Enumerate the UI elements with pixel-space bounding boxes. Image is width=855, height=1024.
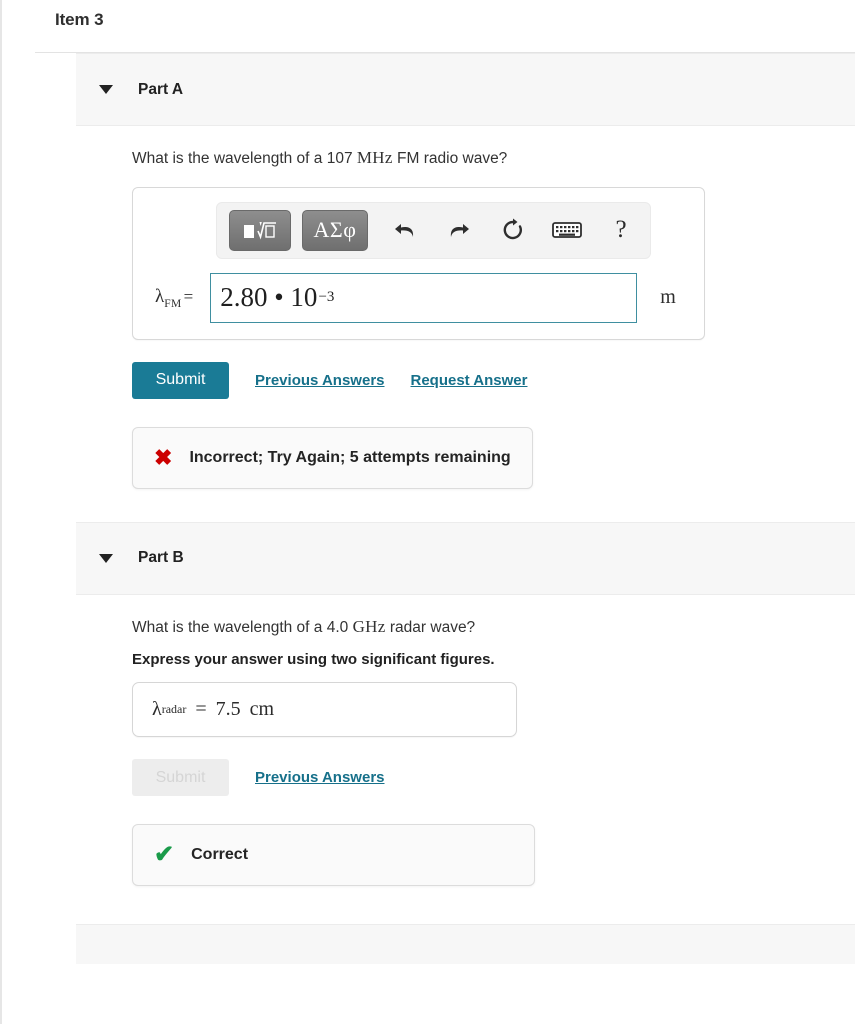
help-icon[interactable]: ? — [595, 210, 647, 251]
previous-answers-link[interactable]: Previous Answers — [255, 372, 385, 389]
question-suffix: radar wave? — [385, 618, 476, 636]
feedback-text: Incorrect; Try Again; 5 attempts remaini… — [189, 448, 511, 466]
answer-subscript: radar — [161, 702, 187, 717]
part-b-header[interactable]: Part B — [76, 521, 855, 595]
caret-down-icon[interactable] — [99, 553, 113, 563]
page-title: Item 3 — [55, 10, 104, 29]
greek-symbols-button[interactable]: ΑΣφ — [302, 209, 368, 251]
part-a-body: What is the wavelength of a 107 MHz FM r… — [2, 126, 855, 489]
answer-variable: λ — [152, 698, 162, 721]
answer-unit: cm — [249, 698, 275, 721]
item-header: Item 3 — [2, 0, 855, 30]
cross-icon: ✖ — [154, 444, 173, 470]
request-answer-link[interactable]: Request Answer — [411, 372, 528, 389]
math-template-button[interactable] — [229, 209, 291, 251]
math-template-icon — [244, 222, 276, 240]
part-a-question: What is the wavelength of a 107 MHz FM r… — [132, 146, 855, 171]
part-block-b: Part B What is the wavelength of a 4.0 G… — [2, 521, 855, 887]
question-unit: MHz — [356, 148, 393, 167]
part-a-answer-row: λFM = 2.80 • 10 −3 m — [133, 272, 704, 323]
answer-variable-label: λFM = — [155, 285, 194, 310]
undo-icon[interactable] — [379, 210, 431, 251]
part-a-header[interactable]: Part A — [76, 53, 855, 126]
math-answer-shell: ΑΣφ ? λFM = 2.80 • 10 −3 m — [132, 186, 705, 340]
submit-button: Submit — [132, 759, 229, 797]
part-b-label: Part B — [138, 549, 184, 567]
answer-equals: = — [195, 698, 207, 721]
redo-icon[interactable] — [433, 210, 485, 251]
question-prefix: What is the wavelength of a 4.0 — [132, 618, 353, 636]
next-part-header-stub[interactable] — [76, 924, 855, 965]
part-a-actions: Submit Previous Answers Request Answer — [132, 361, 855, 399]
part-a-label: Part A — [138, 80, 184, 98]
answer-mantissa: 2.80 • 10 — [220, 282, 318, 313]
check-icon: ✔ — [154, 841, 175, 869]
reset-icon[interactable] — [487, 210, 539, 251]
assignment-page: Item 3 Part A What is the wavelength of … — [0, 0, 855, 1024]
feedback-text: Correct — [191, 846, 249, 864]
keyboard-icon[interactable] — [541, 210, 593, 251]
question-suffix: FM radio wave? — [392, 150, 508, 167]
part-b-body: What is the wavelength of a 4.0 GHz rada… — [2, 595, 855, 887]
part-b-answer-readonly[interactable]: λ radar = 7.5 cm — [132, 682, 517, 738]
part-block-a: Part A What is the wavelength of a 107 M… — [2, 53, 855, 489]
answer-value: 7.5 — [215, 698, 241, 721]
previous-answers-link[interactable]: Previous Answers — [255, 769, 385, 786]
part-b-actions: Submit Previous Answers — [132, 759, 855, 797]
answer-input[interactable]: 2.80 • 10 −3 — [210, 272, 638, 323]
question-prefix: What is the wavelength of a 107 — [132, 150, 357, 167]
caret-down-icon[interactable] — [99, 85, 113, 94]
part-b-instruction: Express your answer using two significan… — [132, 651, 495, 669]
math-editor-toolbar: ΑΣφ ? — [216, 201, 651, 259]
part-a-feedback: ✖ Incorrect; Try Again; 5 attempts remai… — [132, 426, 533, 489]
answer-unit: m — [660, 286, 676, 309]
question-unit: GHz — [352, 616, 386, 636]
submit-button[interactable]: Submit — [132, 361, 229, 399]
part-b-feedback: ✔ Correct — [132, 824, 535, 887]
part-b-question: What is the wavelength of a 4.0 GHz rada… — [132, 615, 855, 640]
answer-exponent: −3 — [318, 289, 335, 306]
